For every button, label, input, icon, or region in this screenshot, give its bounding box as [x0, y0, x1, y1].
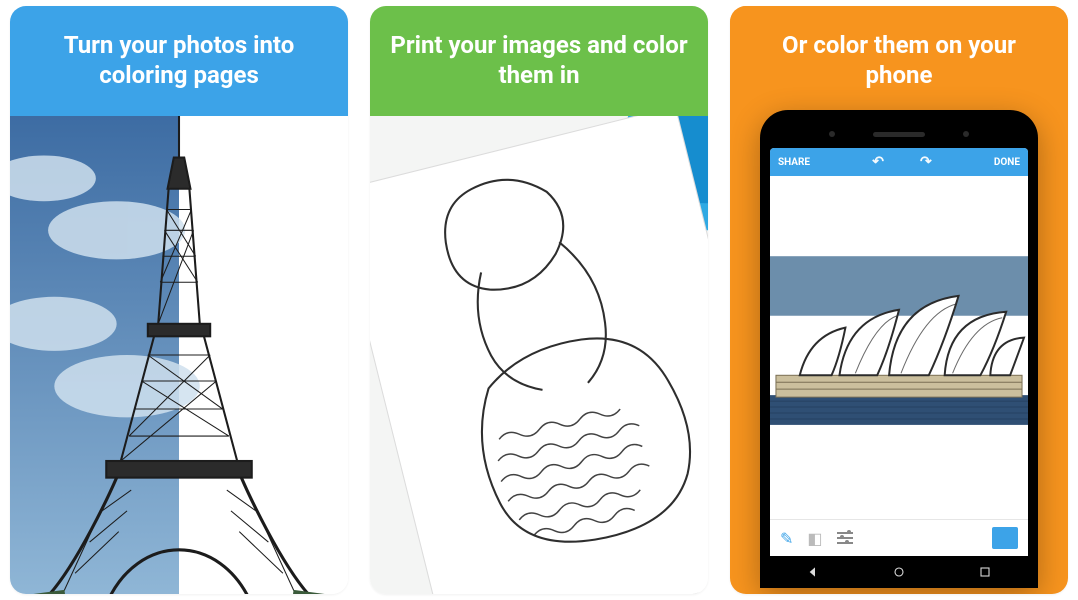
app-top-bar: SHARE ↶ ↷ DONE — [770, 148, 1028, 176]
android-back-icon[interactable] — [805, 564, 821, 580]
share-button[interactable]: SHARE — [778, 157, 810, 168]
eraser-icon[interactable]: ◧ — [807, 529, 822, 548]
screenshot-carousel: Turn your photos into coloring pages — [0, 0, 1078, 600]
phone-sensors — [770, 128, 1028, 140]
promo-card-3: Or color them on your phone SHARE ↶ ↷ D — [730, 6, 1068, 594]
promo-card-2-image — [370, 116, 708, 594]
android-recents-icon[interactable] — [977, 564, 993, 580]
redo-icon[interactable]: ↷ — [920, 154, 932, 170]
promo-card-1-title: Turn your photos into coloring pages — [10, 6, 348, 116]
undo-icon[interactable]: ↶ — [872, 154, 884, 170]
promo-card-1: Turn your photos into coloring pages — [10, 6, 348, 594]
pencil-icon[interactable]: ✎ — [780, 529, 793, 548]
phone-screen: SHARE ↶ ↷ DONE — [770, 148, 1028, 588]
promo-card-2-title: Print your images and color them in — [370, 6, 708, 116]
coloring-canvas[interactable] — [770, 176, 1028, 519]
promo-card-1-image — [10, 116, 348, 594]
android-home-icon[interactable] — [891, 564, 907, 580]
android-nav-bar — [770, 556, 1028, 588]
promo-card-2: Print your images and color them in — [370, 6, 708, 594]
color-swatch[interactable] — [992, 527, 1018, 549]
phone-frame: SHARE ↶ ↷ DONE — [760, 110, 1038, 588]
phone-mockup: SHARE ↶ ↷ DONE — [730, 100, 1068, 594]
promo-card-3-title: Or color them on your phone — [730, 6, 1068, 100]
done-button[interactable]: DONE — [994, 157, 1020, 168]
sliders-icon[interactable] — [837, 530, 853, 546]
app-bottom-toolbar: ✎ ◧ — [770, 519, 1028, 556]
